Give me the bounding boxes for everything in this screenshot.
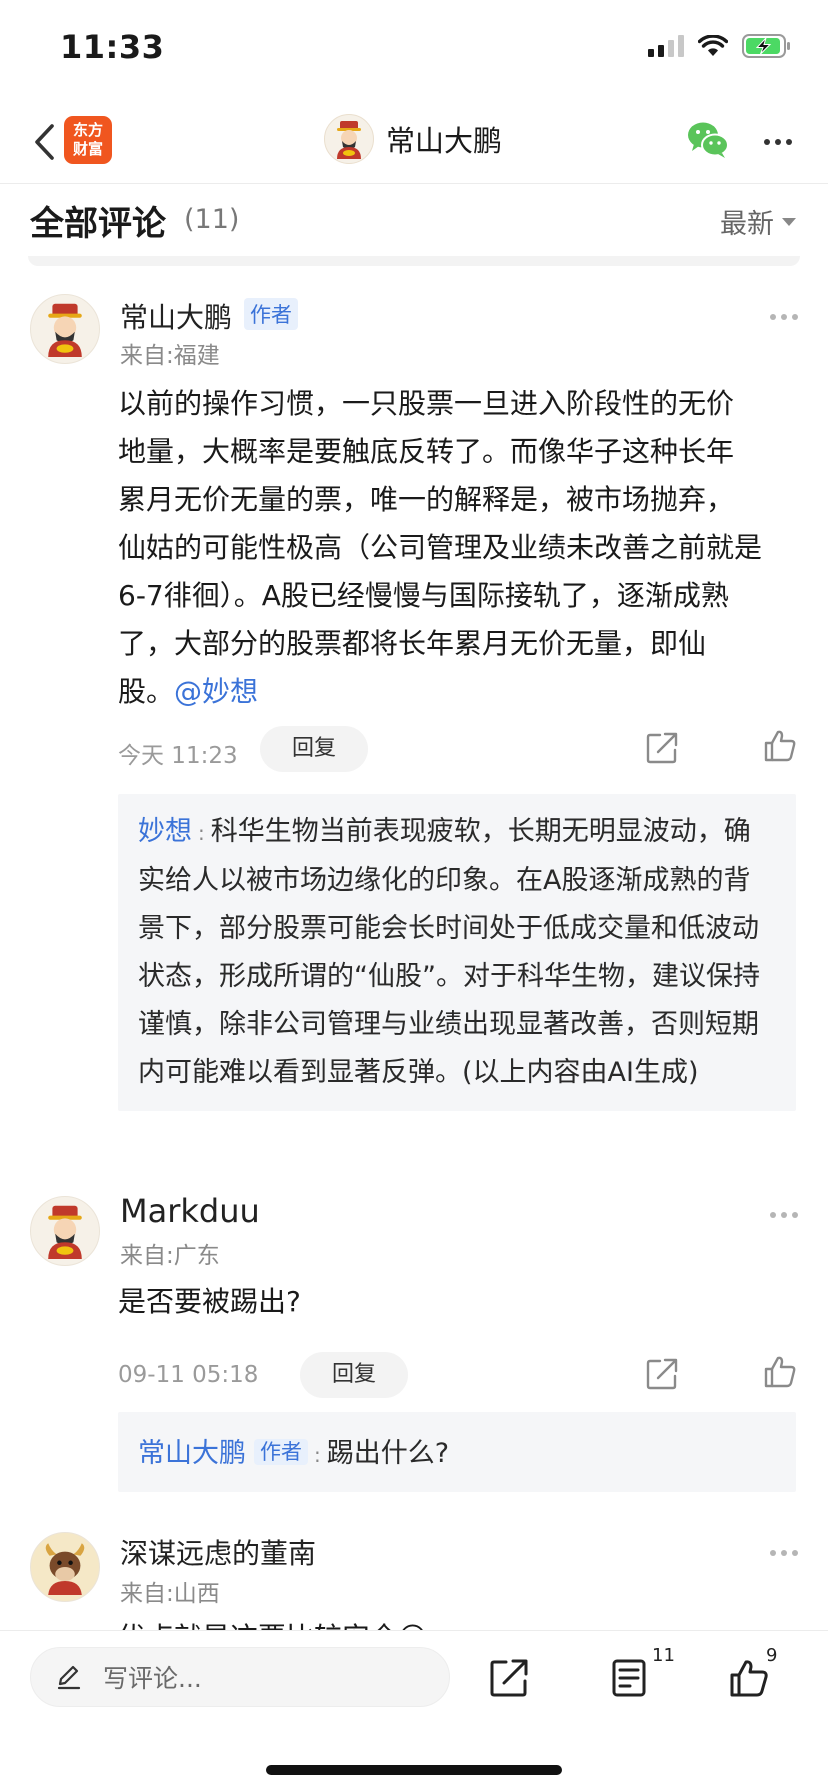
share-icon[interactable]	[644, 730, 680, 766]
reply-author[interactable]: 常山大鹏	[138, 1438, 246, 1469]
back-button[interactable]	[24, 118, 64, 166]
comment-item: 深谋远虑的董南 来自:山西 优点就是这票比较安全😊	[0, 1526, 828, 1630]
commenter-name[interactable]: Markduu	[120, 1192, 260, 1230]
reply-box: 常山大鹏 作者: 踢出什么?	[118, 1412, 796, 1492]
write-comment-placeholder: 写评论...	[103, 1664, 202, 1693]
god-of-wealth-avatar-icon	[337, 121, 361, 159]
reply-author[interactable]: 妙想	[138, 816, 192, 847]
comment-time: 09-11 05:18	[118, 1362, 259, 1388]
nav-bar: 东方 财富 常山大鹏	[0, 100, 828, 184]
screen: 11:33 东方 财富 常山大鹏 全部评论 (11) 最新 常山大鹏 作者 来自…	[0, 0, 828, 1792]
commenter-name[interactable]: 深谋远虑的董南	[120, 1532, 316, 1572]
reply-button[interactable]: 回复	[260, 726, 368, 772]
status-bar: 11:33	[0, 0, 828, 100]
share-icon[interactable]	[488, 1657, 530, 1699]
comment-time: 今天 11:23	[118, 743, 238, 769]
god-of-wealth-avatar-icon	[48, 1205, 82, 1259]
comment-text: 优点就是这票比较安全😊	[118, 1614, 798, 1630]
reply-button[interactable]: 回复	[300, 1352, 408, 1398]
comments-title: 全部评论	[30, 204, 166, 244]
status-time: 11:33	[60, 28, 165, 66]
cellular-signal-icon	[648, 35, 684, 57]
avatar[interactable]	[30, 1532, 100, 1602]
ox-avatar-icon	[45, 1543, 85, 1595]
more-options-button[interactable]	[756, 124, 800, 160]
comments-count: (11)	[184, 204, 240, 235]
comment-text-line: 以前的操作习惯，一只股票一旦进入阶段性的无价	[118, 387, 735, 420]
sort-label: 最新	[720, 209, 774, 240]
reply-separator: :	[314, 1443, 321, 1467]
comment-more-button[interactable]	[770, 1550, 798, 1556]
comment-text-line: 累月无价无量的票，唯一的解释是，被市场抛弃，	[118, 483, 735, 516]
chevron-left-icon	[35, 124, 54, 160]
home-indicator[interactable]	[266, 1765, 562, 1775]
app-logo-line1: 东方	[72, 121, 103, 139]
mention-link[interactable]: @妙想	[174, 675, 258, 708]
commenter-name[interactable]: 常山大鹏	[120, 296, 232, 336]
like-count-badge: 9	[766, 1645, 778, 1666]
comment-more-button[interactable]	[770, 314, 798, 320]
comment-more-button[interactable]	[770, 1212, 798, 1218]
comment-text-line: 股。	[118, 675, 175, 708]
author-badge: 作者	[244, 298, 298, 330]
status-icons	[648, 34, 792, 58]
comment-text-line: 了，大部分的股票都将长年累月无价无量，即仙	[118, 627, 707, 660]
header-divider	[28, 256, 800, 266]
comment-text: 以前的操作习惯，一只股票一旦进入阶段性的无价 地量，大概率是要触底反转了。而像华…	[118, 380, 798, 716]
reply-box: 妙想: 科华生物当前表现疲软，长期无明显波动，确实给人以被市场边缘化的印象。在A股…	[118, 794, 796, 1111]
nav-title: 常山大鹏	[386, 124, 503, 158]
caret-down-icon	[782, 217, 796, 226]
god-of-wealth-avatar-icon	[48, 303, 82, 357]
sort-dropdown[interactable]: 最新	[720, 202, 796, 241]
avatar	[324, 114, 374, 164]
app-logo[interactable]: 东方 财富	[64, 116, 112, 164]
comment-text: 是否要被踢出?	[118, 1285, 301, 1318]
nav-profile[interactable]: 常山大鹏	[324, 114, 502, 164]
wifi-icon	[698, 35, 728, 56]
comment-count-badge: 11	[652, 1645, 675, 1666]
reply-text: 科华生物当前表现疲软，长期无明显波动，确实给人以被市场边缘化的印象。在A股逐渐成…	[138, 816, 760, 1088]
comment-text-line: 地量，大概率是要触底反转了。而像华子这种长年	[118, 435, 735, 468]
comment-text-line: 6-7徘徊）。A股已经慢慢与国际接轨了，逐渐成熟	[118, 579, 729, 612]
comment-list-icon[interactable]	[608, 1657, 650, 1699]
bottom-bar: 写评论... 11 9	[0, 1630, 828, 1792]
commenter-location: 来自:山西	[120, 1581, 220, 1607]
write-comment-input[interactable]: 写评论...	[30, 1647, 450, 1707]
wechat-icon	[688, 122, 729, 158]
author-badge: 作者	[254, 1439, 308, 1465]
avatar[interactable]	[30, 294, 100, 364]
share-icon[interactable]	[644, 1356, 680, 1392]
pencil-icon	[57, 1665, 81, 1690]
thumbs-up-icon[interactable]	[762, 1354, 798, 1390]
thumbs-up-icon[interactable]	[762, 728, 798, 764]
avatar[interactable]	[30, 1196, 100, 1266]
reply-text: 踢出什么?	[326, 1438, 450, 1469]
commenter-location: 来自:福建	[120, 343, 220, 369]
reply-separator: :	[198, 821, 205, 845]
battery-charging-icon	[742, 34, 790, 58]
wechat-share-button[interactable]	[684, 116, 732, 164]
comment-text-line: 仙姑的可能性极高（公司管理及业绩未改善之前就是	[118, 531, 763, 564]
thumbs-up-icon[interactable]	[728, 1657, 770, 1699]
comments-header: 全部评论 (11) 最新	[0, 188, 828, 258]
commenter-location: 来自:广东	[120, 1243, 220, 1269]
app-logo-line2: 财富	[72, 140, 103, 158]
